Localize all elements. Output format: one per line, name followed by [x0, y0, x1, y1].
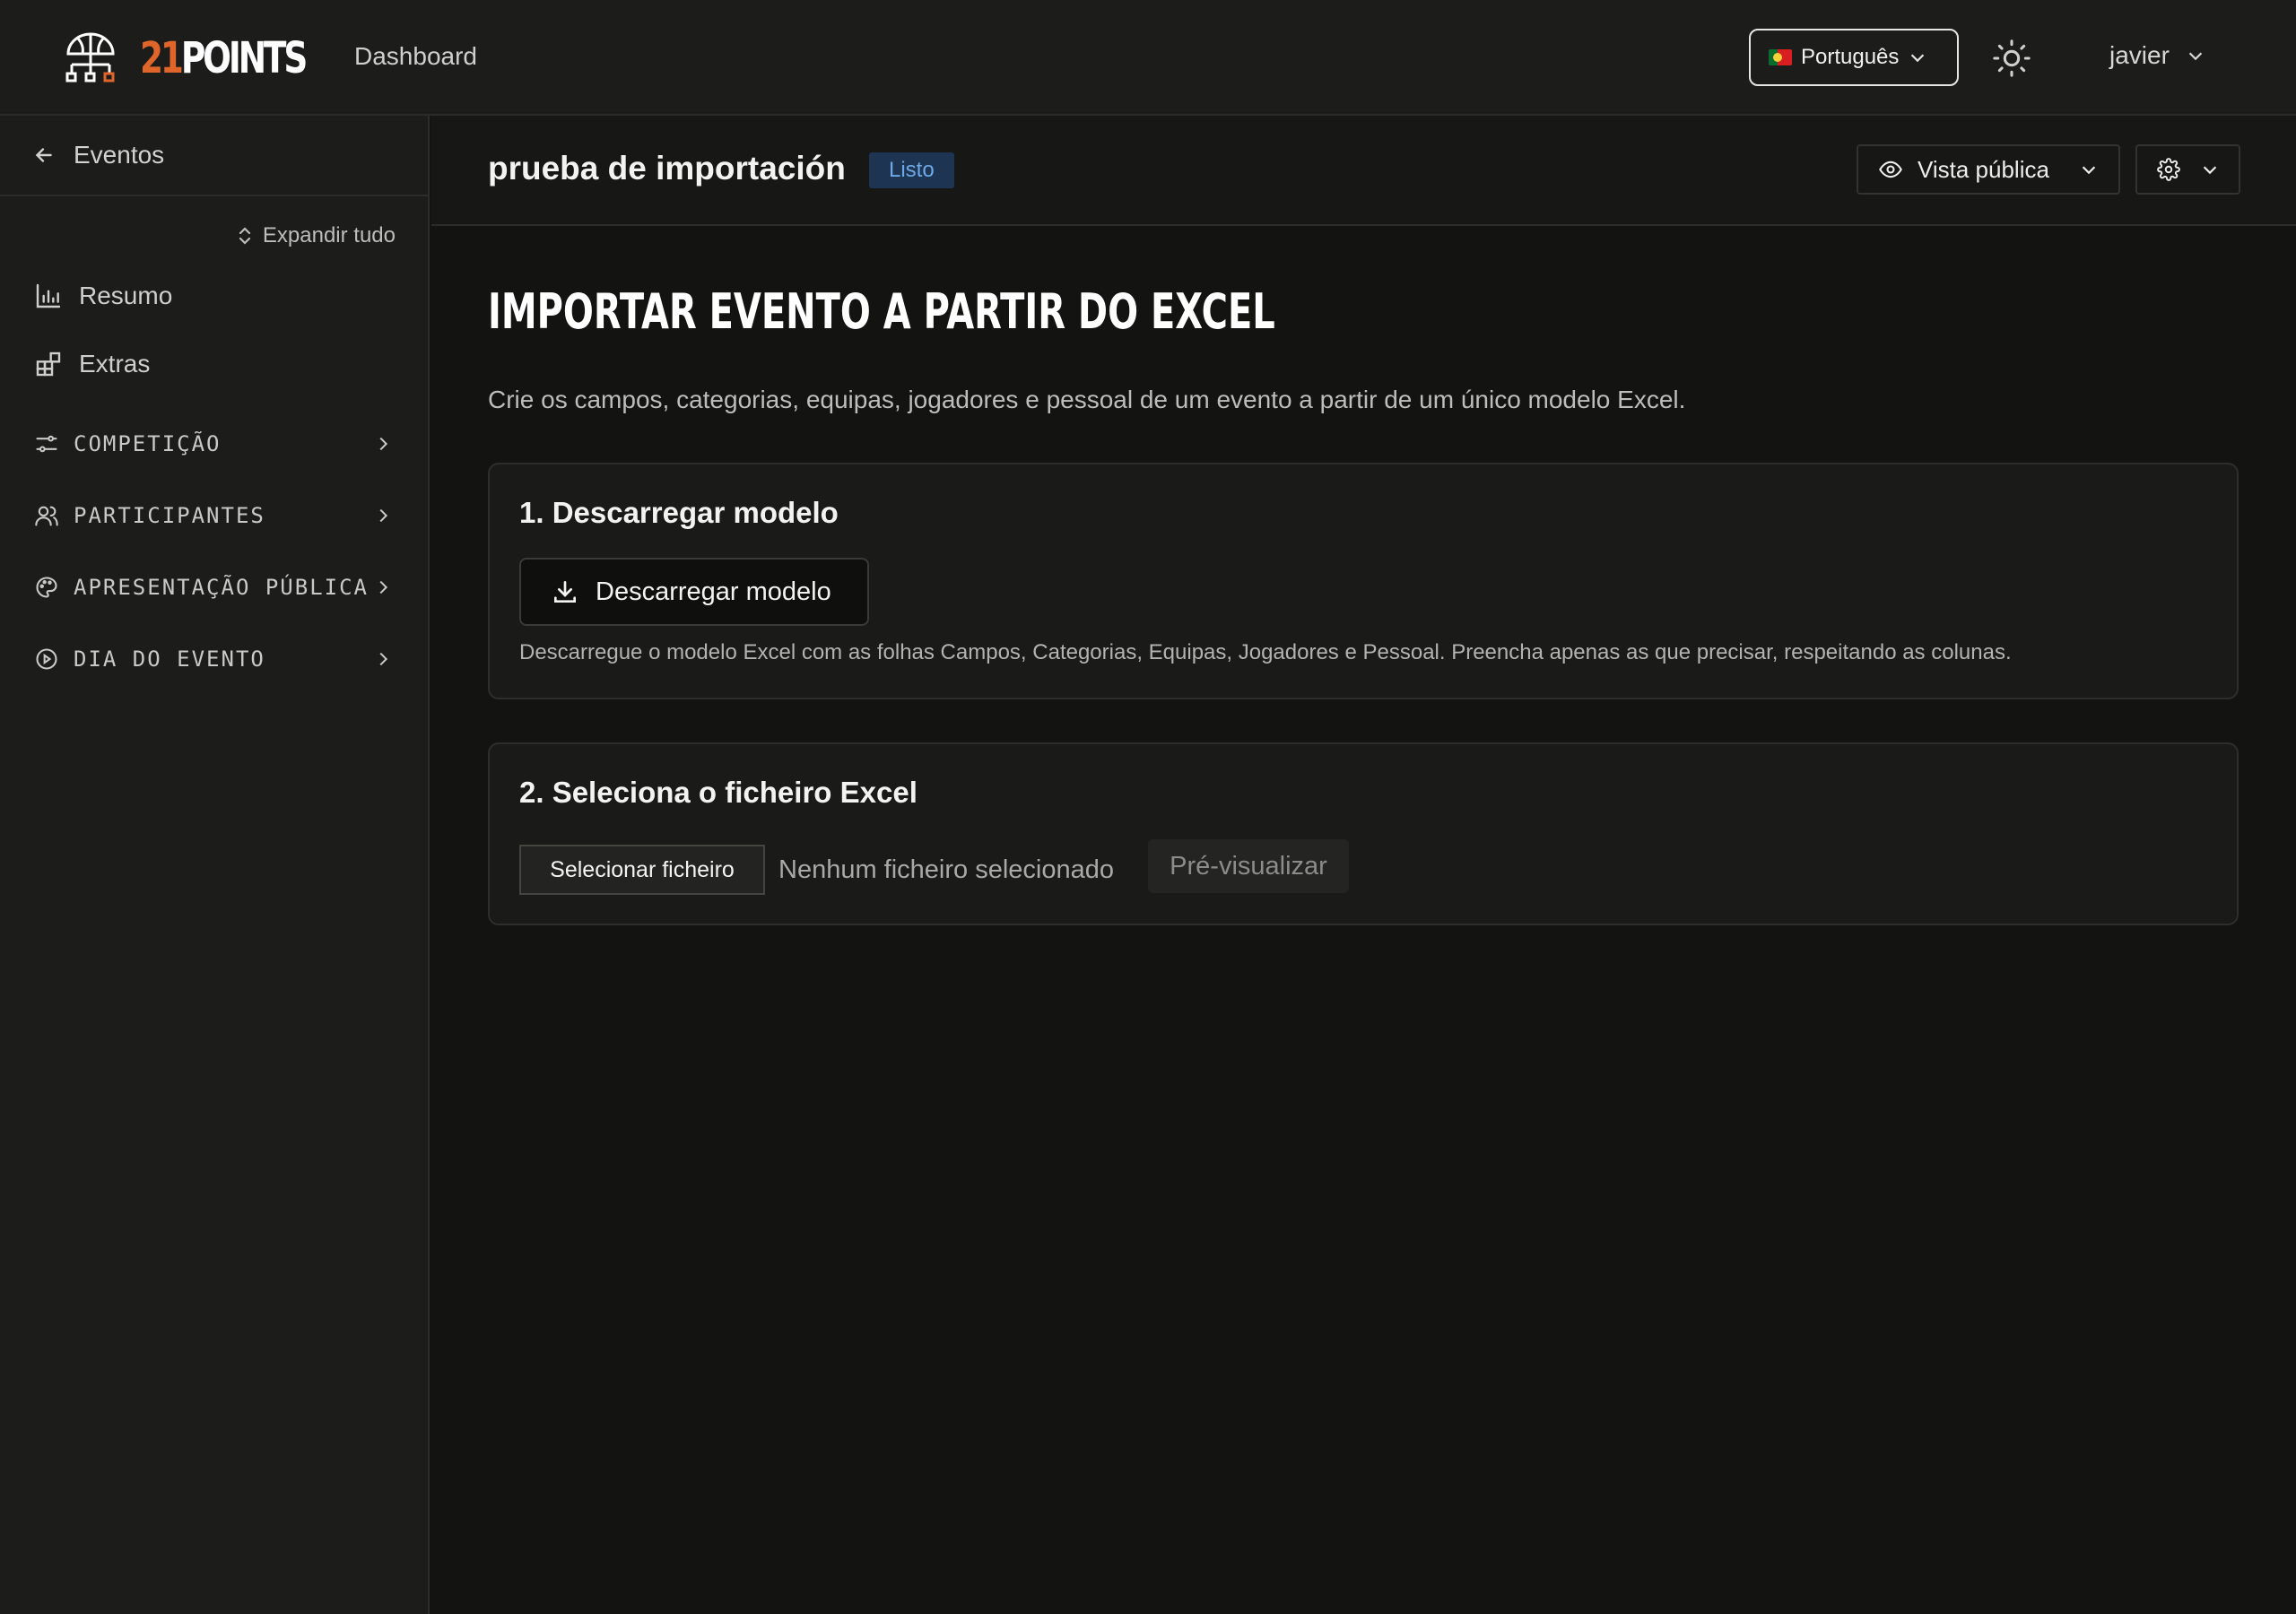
language-select[interactable]: Português: [1749, 29, 1959, 86]
logo[interactable]: 21POINTS: [63, 30, 352, 86]
sidebar-group-apresentacao-publica[interactable]: APRESENTAÇÃO PÚBLICA: [34, 575, 393, 600]
sliders-icon: [36, 435, 57, 453]
download-template-label: Descarregar modelo: [596, 577, 831, 606]
arrow-left-icon: [35, 148, 52, 162]
expand-all-label: Expandir tudo: [262, 223, 396, 247]
select-file-button[interactable]: Selecionar ficheiro: [519, 845, 765, 895]
chevrons-up-down-icon: [239, 227, 250, 245]
download-template-card: 1. Descarregar modelo Descarregar modelo…: [488, 463, 2239, 699]
user-menu[interactable]: javier: [2109, 41, 2205, 70]
chevron-right-icon: [379, 437, 388, 451]
download-template-button[interactable]: Descarregar modelo: [519, 558, 869, 626]
page-title: IMPORTAR EVENTO A PARTIR DO EXCEL: [488, 283, 1275, 340]
download-icon: [554, 581, 576, 603]
bar-chart-icon: [36, 283, 61, 308]
chevron-right-icon: [379, 508, 388, 523]
file-status-text: Nenhum ficheiro selecionado: [778, 855, 1114, 884]
step1-help-text: Descarregue o modelo Excel com as folhas…: [519, 640, 2012, 664]
sidebar-group-dia-do-evento[interactable]: DIA DO EVENTO: [34, 646, 393, 672]
palette-icon: [36, 577, 57, 598]
status-badge: Listo: [869, 152, 954, 188]
logo-wordmark: 21POINTS: [140, 33, 308, 83]
user-name: javier: [2109, 41, 2170, 69]
sidebar-item-resumo[interactable]: Resumo: [34, 282, 172, 310]
sidebar: Eventos Expandir tudo Resumo Extras COMP…: [0, 116, 430, 1614]
chevron-down-icon: [1911, 54, 1925, 63]
expand-all-button[interactable]: Expandir tudo: [236, 223, 396, 248]
page-description: Crie os campos, categorias, equipas, jog…: [488, 386, 1686, 413]
step1-title: 1. Descarregar modelo: [519, 496, 839, 529]
sidebar-item-extras[interactable]: Extras: [34, 350, 150, 378]
sidebar-group-label: APRESENTAÇÃO PÚBLICA: [74, 575, 369, 600]
event-header: prueba de importación Listo Vista públic…: [431, 116, 2296, 226]
sidebar-group-competicao[interactable]: COMPETIÇÃO: [34, 431, 393, 456]
chevron-down-icon: [2203, 166, 2216, 175]
sidebar-item-label: Resumo: [79, 282, 173, 309]
settings-menu-button[interactable]: [2135, 144, 2240, 195]
preview-button[interactable]: Pré-visualizar: [1148, 839, 1349, 893]
theme-toggle-button[interactable]: [1991, 38, 2032, 79]
chevron-down-icon: [2082, 166, 2096, 175]
basketball-bracket-icon: [65, 32, 115, 82]
sidebar-group-label: COMPETIÇÃO: [74, 431, 222, 456]
chevron-right-icon: [379, 580, 388, 594]
sidebar-group-participantes[interactable]: PARTICIPANTES: [34, 503, 393, 528]
eye-icon: [1879, 161, 1902, 178]
nav-dashboard-link[interactable]: Dashboard: [354, 42, 477, 71]
sidebar-group-label: DIA DO EVENTO: [74, 646, 265, 672]
event-title: prueba de importación: [488, 150, 846, 187]
sidebar-item-label: Extras: [79, 350, 151, 377]
sidebar-group-label: PARTICIPANTES: [74, 503, 265, 528]
blocks-icon: [36, 351, 61, 377]
portugal-flag-icon: [1769, 49, 1792, 65]
chevron-down-icon: [2188, 52, 2203, 61]
back-label: Eventos: [74, 141, 165, 169]
step2-title: 2. Seleciona o ficheiro Excel: [519, 776, 918, 809]
language-label: Português: [1801, 45, 1900, 69]
public-view-button[interactable]: Vista pública: [1857, 144, 2120, 195]
select-file-card: 2. Seleciona o ficheiro Excel Selecionar…: [488, 742, 2239, 925]
top-navbar: 21POINTS Dashboard Português javier: [0, 0, 2296, 116]
sun-icon: [1993, 39, 2031, 77]
back-to-events-link[interactable]: Eventos: [0, 116, 428, 196]
public-view-label: Vista pública: [1918, 155, 2049, 183]
gear-icon: [2156, 158, 2180, 181]
play-circle-icon: [36, 648, 57, 670]
chevron-right-icon: [379, 652, 388, 666]
users-icon: [35, 506, 58, 526]
